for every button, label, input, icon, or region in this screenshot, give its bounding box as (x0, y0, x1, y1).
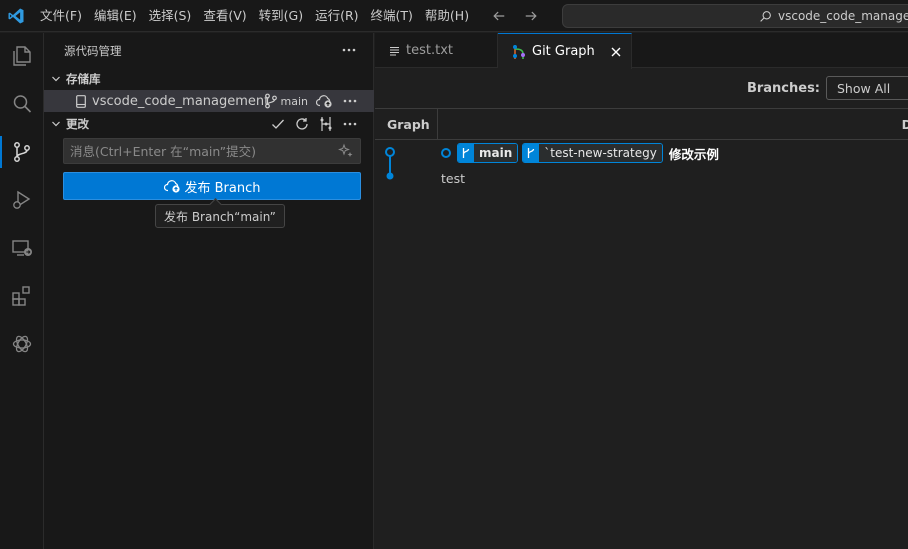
changes-more-actions-icon[interactable] (340, 114, 360, 134)
graph-column-header[interactable]: Graph (375, 108, 438, 140)
branches-selected-value: Show All (837, 80, 891, 96)
branches-dropdown[interactable]: Show All (826, 76, 908, 100)
branches-label: Branches: (746, 80, 820, 96)
branch-ref-test-new-strategy[interactable]: `test-new-strategy (522, 143, 663, 163)
commit-table-header: Graph D (375, 108, 908, 140)
description-column-header[interactable]: D (902, 109, 908, 141)
commit-message: test (441, 170, 466, 186)
title-bar: 文件(F) 编辑(E) 选择(S) 查看(V) 转到(G) 运行(R) 终端(T… (0, 0, 908, 32)
forward-arrow-icon[interactable] (521, 6, 541, 26)
changes-section-header[interactable]: 更改 (44, 113, 374, 135)
menu-file[interactable]: 文件(F) (34, 4, 88, 28)
commit-node-head[interactable] (385, 147, 395, 157)
chevron-down-icon (46, 74, 66, 84)
branch-icon (523, 144, 540, 162)
commit-node[interactable] (386, 172, 394, 180)
cloud-upload-icon (163, 179, 181, 193)
git-graph-icon (512, 44, 526, 60)
menu-edit[interactable]: 编辑(E) (88, 4, 143, 28)
editor-area: test.txt Git Graph Branches: Show All Gr… (375, 33, 908, 549)
source-control-sidebar: 源代码管理 存储库 vscode_code_management main 更改… (44, 33, 374, 549)
view-graph-icon[interactable] (316, 114, 336, 134)
sparkle-icon[interactable] (338, 143, 354, 163)
remote-explorer-icon[interactable] (0, 226, 44, 270)
ref-label: main (474, 144, 518, 162)
search-activity-icon[interactable] (0, 82, 44, 126)
tab-label: test.txt (406, 43, 453, 58)
menu-help[interactable]: 帮助(H) (419, 4, 475, 28)
branch-ref-main[interactable]: main (457, 143, 519, 163)
uncommitted-dot-icon (441, 148, 451, 158)
tab-label: Git Graph (532, 44, 595, 59)
command-center-text: vscode_code_management (778, 9, 908, 23)
extensions-icon[interactable] (0, 274, 44, 318)
run-debug-icon[interactable] (0, 178, 44, 222)
publish-branch-label: 发布 Branch (184, 180, 261, 196)
activity-bar (0, 33, 44, 549)
commit-row[interactable]: test (441, 168, 465, 188)
changes-header-label: 更改 (66, 117, 89, 131)
commit-check-icon[interactable] (268, 114, 288, 134)
vscode-logo-icon (2, 0, 30, 32)
commit-message: 修改示例 (668, 146, 719, 162)
source-control-icon[interactable] (0, 130, 44, 174)
explorer-icon[interactable] (0, 34, 44, 78)
branch-icon[interactable] (261, 91, 281, 111)
menu-go[interactable]: 转到(G) (253, 4, 309, 28)
menu-view[interactable]: 查看(V) (197, 4, 252, 28)
sidebar-title: 源代码管理 (64, 44, 122, 58)
more-actions-icon[interactable] (339, 40, 359, 60)
menu-terminal[interactable]: 终端(T) (365, 4, 419, 28)
close-icon[interactable] (611, 47, 621, 57)
command-center-search[interactable]: vscode_code_management (562, 4, 908, 28)
tab-git-graph[interactable]: Git Graph (498, 33, 632, 69)
repositories-header-label: 存储库 (66, 72, 101, 86)
repo-icon (76, 94, 90, 108)
repo-name: vscode_code_management (92, 93, 270, 109)
publish-branch-button[interactable]: 发布 Branch (63, 172, 361, 200)
commit-message-field[interactable] (63, 138, 361, 164)
commit-graph (385, 147, 395, 180)
chevron-down-icon (46, 119, 66, 129)
repositories-section-header[interactable]: 存储库 (44, 68, 374, 90)
repo-more-actions-icon[interactable] (340, 91, 360, 111)
repository-item[interactable]: vscode_code_management main (44, 90, 374, 112)
commit-row[interactable]: main `test-new-strategy 修改示例 (441, 143, 719, 163)
branch-name[interactable]: main (281, 95, 308, 108)
chatgpt-icon[interactable] (0, 322, 44, 366)
search-icon (759, 10, 772, 23)
branch-icon (458, 144, 474, 162)
git-graph-toolbar: Branches: Show All (375, 69, 908, 107)
text-file-icon (389, 46, 400, 56)
editor-tabs: test.txt Git Graph (375, 33, 908, 69)
menu-bar: 文件(F) 编辑(E) 选择(S) 查看(V) 转到(G) 运行(R) 终端(T… (34, 0, 475, 32)
menu-selection[interactable]: 选择(S) (143, 4, 198, 28)
commit-message-input[interactable] (64, 139, 360, 163)
back-arrow-icon[interactable] (489, 6, 509, 26)
ref-label: `test-new-strategy (539, 144, 662, 162)
menu-run[interactable]: 运行(R) (309, 4, 364, 28)
cloud-upload-icon[interactable] (314, 91, 334, 111)
publish-tooltip: 发布 Branch“main” (155, 204, 285, 228)
tab-test-txt[interactable]: test.txt (375, 33, 498, 68)
refresh-icon[interactable] (292, 114, 312, 134)
